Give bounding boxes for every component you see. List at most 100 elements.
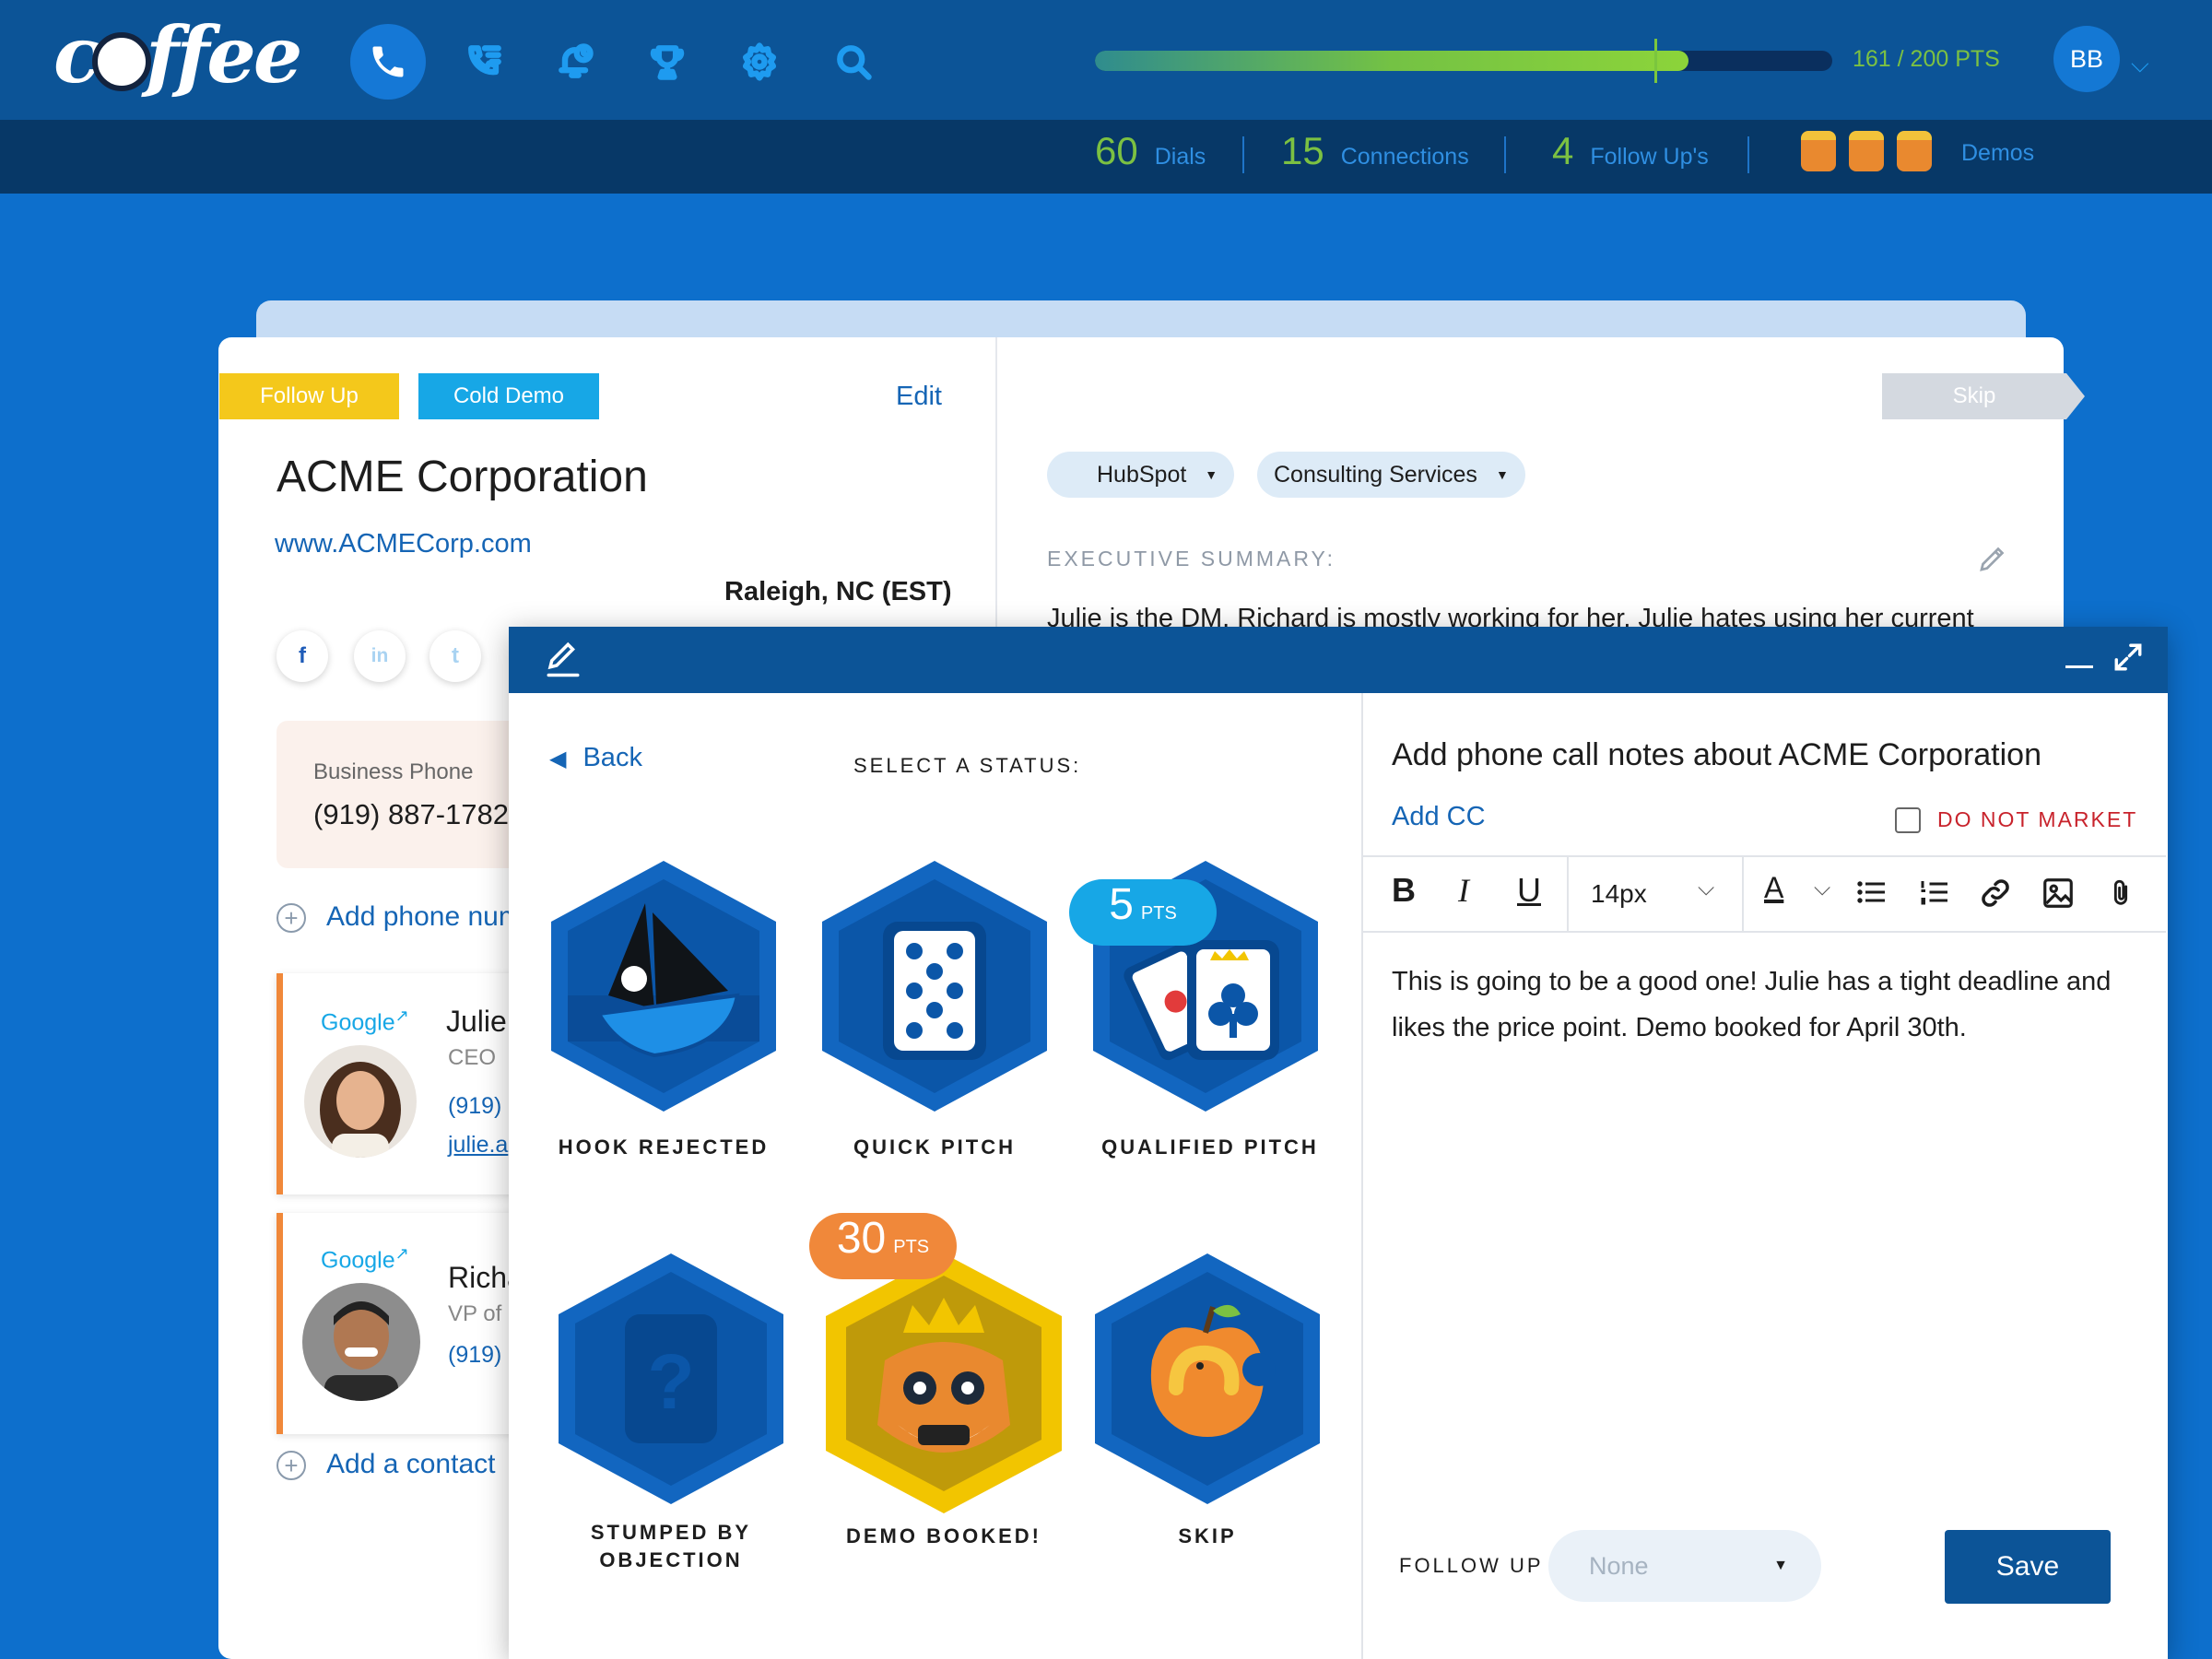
font-size-select[interactable]: 14px [1591, 879, 1647, 909]
stat-connections-value: 15 [1281, 129, 1324, 172]
contact-role: VP of [448, 1301, 502, 1326]
nav-trophy-button[interactable] [629, 24, 705, 100]
points-progress-bar [1095, 51, 1832, 71]
caret-down-icon: ▼ [1205, 467, 1218, 482]
status-quick-pitch[interactable]: QUICK PITCH [815, 857, 1054, 1171]
tag-cold-demo[interactable]: Cold Demo [418, 373, 599, 419]
back-arrow-icon: ◀ [549, 747, 567, 771]
sinking-ship-icon [551, 861, 776, 1112]
playing-card-icon [822, 861, 1047, 1112]
external-link-icon: ↗ [394, 1006, 409, 1025]
italic-button[interactable]: I [1458, 871, 1469, 910]
chevron-down-icon[interactable]: ⌵ [1698, 876, 1714, 901]
facebook-icon[interactable]: f [276, 630, 328, 682]
expand-icon[interactable] [2112, 641, 2144, 677]
edit-company-link[interactable]: Edit [896, 382, 942, 412]
twitter-icon[interactable]: t [429, 630, 481, 682]
stat-divider [1504, 136, 1506, 173]
status-skip[interactable]: SKIP [1088, 1250, 1327, 1563]
stat-followups: 4 Follow Up's [1552, 129, 1709, 173]
text-color-button[interactable]: A [1764, 871, 1783, 905]
points-badge-30: 30 PTS [809, 1213, 957, 1279]
status-demo-booked[interactable]: DEMO BOOKED! [820, 1250, 1067, 1563]
add-contact-link[interactable]: Add a contact [326, 1449, 495, 1480]
modal-divider [1361, 693, 1363, 1659]
executive-summary-label: EXECUTIVE SUMMARY: [1047, 547, 1336, 571]
do-not-market-checkbox[interactable] [1895, 807, 1921, 833]
add-cc-link[interactable]: Add CC [1392, 802, 1486, 832]
tiger-icon [1849, 131, 1884, 171]
business-phone-value[interactable]: (919) 887-1782 [313, 798, 509, 831]
user-avatar[interactable]: BB [2053, 26, 2120, 92]
tiger-king-icon [826, 1253, 1062, 1513]
toolbar-divider [1742, 857, 1744, 931]
call-list-icon [468, 45, 501, 76]
attachment-icon[interactable] [2105, 876, 2136, 915]
chevron-down-icon[interactable]: ⌵ [2131, 50, 2149, 79]
status-label: DEMO BOOKED! [846, 1524, 1041, 1547]
add-phone-icon[interactable]: + [276, 903, 306, 933]
gear-icon [742, 42, 777, 81]
nav-phone-button[interactable] [350, 24, 426, 100]
contact-name: Julie [446, 1005, 507, 1038]
nav-alarm-button[interactable] [537, 24, 613, 100]
phone-icon [372, 46, 404, 77]
status-label: HOOK REJECTED [558, 1135, 770, 1159]
company-website-link[interactable]: www.ACMECorp.com [275, 529, 532, 559]
select-status-label: SELECT A STATUS: [853, 754, 1082, 777]
toolbar-divider [1567, 857, 1569, 931]
notes-title: Add phone call notes about ACME Corporat… [1392, 737, 2042, 772]
do-not-market-label[interactable]: DO NOT MARKET [1937, 807, 2137, 832]
demo-tiger-icons [1801, 131, 1945, 176]
pencil-icon[interactable] [1976, 542, 2009, 580]
status-label: STUMPED BY OBJECTION [590, 1521, 752, 1571]
card-divider [995, 337, 997, 632]
add-contact-icon[interactable]: + [276, 1451, 306, 1480]
stat-connections-label: Connections [1340, 144, 1469, 170]
contact-source: Google↗ [321, 1006, 409, 1036]
minimize-icon[interactable] [2065, 665, 2093, 668]
coffee-cup-icon [92, 32, 152, 91]
follow-up-value: None [1589, 1551, 1649, 1580]
bullet-list-icon[interactable] [1854, 876, 1888, 913]
numbered-list-icon[interactable] [1917, 876, 1950, 913]
nav-settings-button[interactable] [722, 24, 797, 100]
search-icon [837, 45, 872, 80]
pill-label: Consulting Services [1274, 461, 1477, 488]
status-label: QUICK PITCH [853, 1135, 1016, 1159]
company-location: Raleigh, NC (EST) [724, 577, 952, 606]
stat-followups-value: 4 [1552, 129, 1574, 172]
industry-pill[interactable]: Consulting Services ▼ [1257, 452, 1525, 498]
chevron-down-icon[interactable]: ⌵ [1814, 876, 1830, 901]
pill-label: HubSpot [1097, 461, 1187, 488]
add-phone-link[interactable]: Add phone num [326, 901, 522, 933]
tag-follow-up[interactable]: Follow Up [219, 373, 399, 419]
link-icon[interactable] [1978, 876, 2013, 915]
stat-dials: 60 Dials [1095, 129, 1206, 173]
question-card-icon: ? [559, 1253, 783, 1504]
tiger-icon [1801, 131, 1836, 171]
skip-button[interactable]: Skip [1882, 373, 2066, 419]
follow-up-select[interactable]: None ▼ [1548, 1530, 1821, 1602]
contact-avatar [302, 1283, 420, 1401]
contact-email[interactable]: julie.a [448, 1132, 508, 1159]
stat-divider [1242, 136, 1244, 173]
tiger-icon [1897, 131, 1932, 171]
bold-button[interactable]: B [1392, 871, 1416, 910]
status-stumped-by-objection[interactable]: ? STUMPED BY OBJECTION [551, 1250, 791, 1582]
back-link[interactable]: ◀ Back [549, 743, 642, 773]
skip-arrow-shape[interactable] [2066, 373, 2085, 419]
save-button[interactable]: Save [1945, 1530, 2111, 1604]
external-link-icon: ↗ [394, 1244, 409, 1263]
crm-pill-hubspot[interactable]: HubSpot ▼ [1047, 452, 1235, 498]
linkedin-icon[interactable]: in [354, 630, 406, 682]
stat-divider [1747, 136, 1749, 173]
status-hook-rejected[interactable]: HOOK REJECTED [544, 857, 783, 1171]
notes-editor[interactable]: This is going to be a good one! Julie ha… [1392, 959, 2129, 1051]
image-icon[interactable] [2041, 876, 2076, 915]
stat-demos-label: Demos [1961, 140, 2035, 166]
nav-call-list-button[interactable] [447, 24, 523, 100]
underline-button[interactable]: U [1517, 871, 1541, 910]
coffee-logo[interactable]: c ffee [53, 9, 302, 100]
nav-search-button[interactable] [816, 24, 891, 100]
